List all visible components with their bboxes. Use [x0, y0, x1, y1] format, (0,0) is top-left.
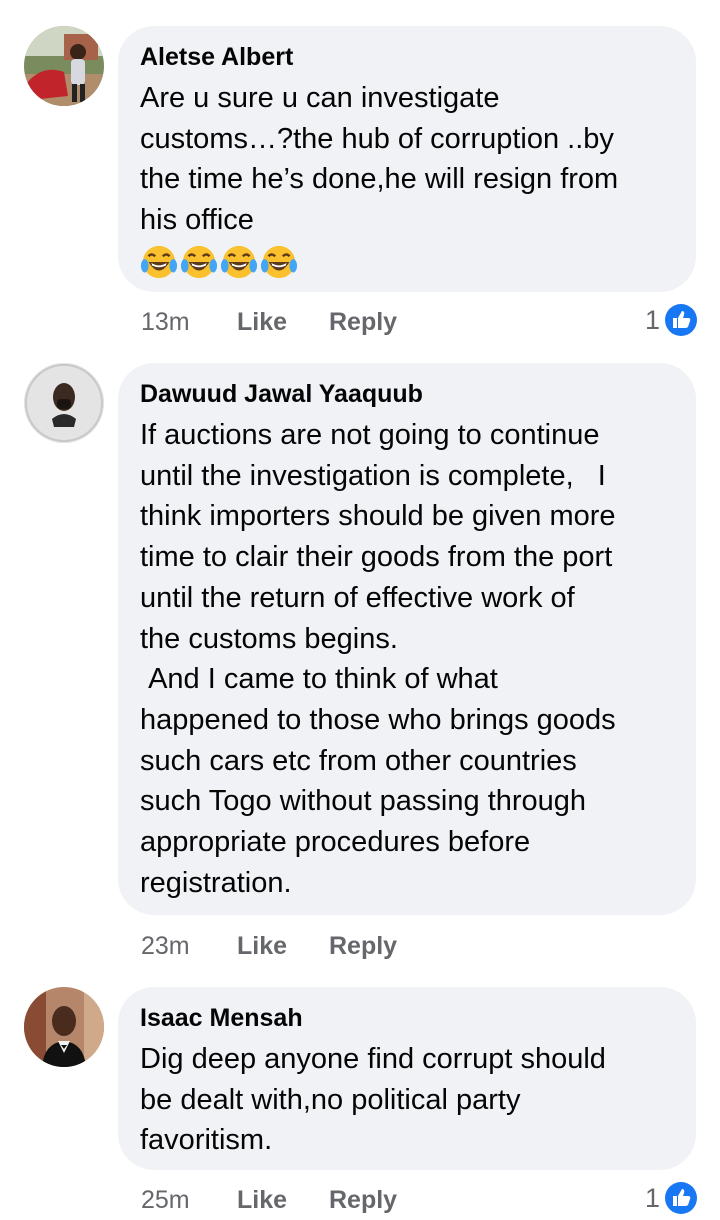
like-button[interactable]: Like — [237, 308, 329, 337]
comment-actions: 25m Like Reply — [141, 1180, 397, 1220]
thumbs-up-icon — [665, 1182, 697, 1214]
laughing-tears-emoji-icon — [180, 245, 218, 278]
comment-timestamp[interactable]: 13m — [141, 308, 237, 337]
comment-author[interactable]: Aletse Albert — [140, 42, 674, 72]
comment-timestamp[interactable]: 25m — [141, 1186, 237, 1215]
laughing-tears-emoji-icon — [260, 245, 298, 278]
emoji-row — [140, 243, 674, 283]
reply-button[interactable]: Reply — [329, 308, 397, 337]
comment-author[interactable]: Isaac Mensah — [140, 1003, 674, 1033]
thumbs-up-icon — [665, 304, 697, 336]
avatar-photo-icon — [24, 363, 104, 443]
reply-button[interactable]: Reply — [329, 1186, 397, 1215]
like-button[interactable]: Like — [237, 932, 329, 961]
avatar[interactable] — [24, 363, 104, 443]
laughing-tears-emoji-icon — [220, 245, 258, 278]
comment-timestamp[interactable]: 23m — [141, 932, 237, 961]
reply-button[interactable]: Reply — [329, 932, 397, 961]
comment-author[interactable]: Dawuud Jawal Yaaquub — [140, 379, 674, 409]
avatar[interactable] — [24, 987, 104, 1067]
reaction-count: 1 — [644, 1182, 660, 1213]
comment-text: Dig deep anyone find corrupt should be d… — [140, 1043, 606, 1157]
comment-bubble: Isaac Mensah Dig deep anyone find corrup… — [118, 987, 696, 1170]
comment-actions: 13m Like Reply — [141, 302, 397, 342]
avatar-photo-icon — [24, 26, 104, 106]
reaction-count: 1 — [644, 304, 660, 335]
avatar-photo-icon — [24, 987, 104, 1067]
comment-bubble: Dawuud Jawal Yaaquub If auctions are not… — [118, 363, 696, 915]
comment-text: Are u sure u can investigate customs…?th… — [140, 82, 619, 237]
like-button[interactable]: Like — [237, 1186, 329, 1215]
comment-text: If auctions are not going to continue un… — [140, 419, 616, 899]
avatar[interactable] — [24, 26, 104, 106]
reaction-summary[interactable]: 1 — [645, 1178, 698, 1218]
comment-actions: 23m Like Reply — [141, 926, 397, 966]
comment-bubble: Aletse Albert Are u sure u can investiga… — [118, 26, 696, 292]
laughing-tears-emoji-icon — [140, 245, 178, 278]
reaction-summary[interactable]: 1 — [645, 300, 698, 340]
